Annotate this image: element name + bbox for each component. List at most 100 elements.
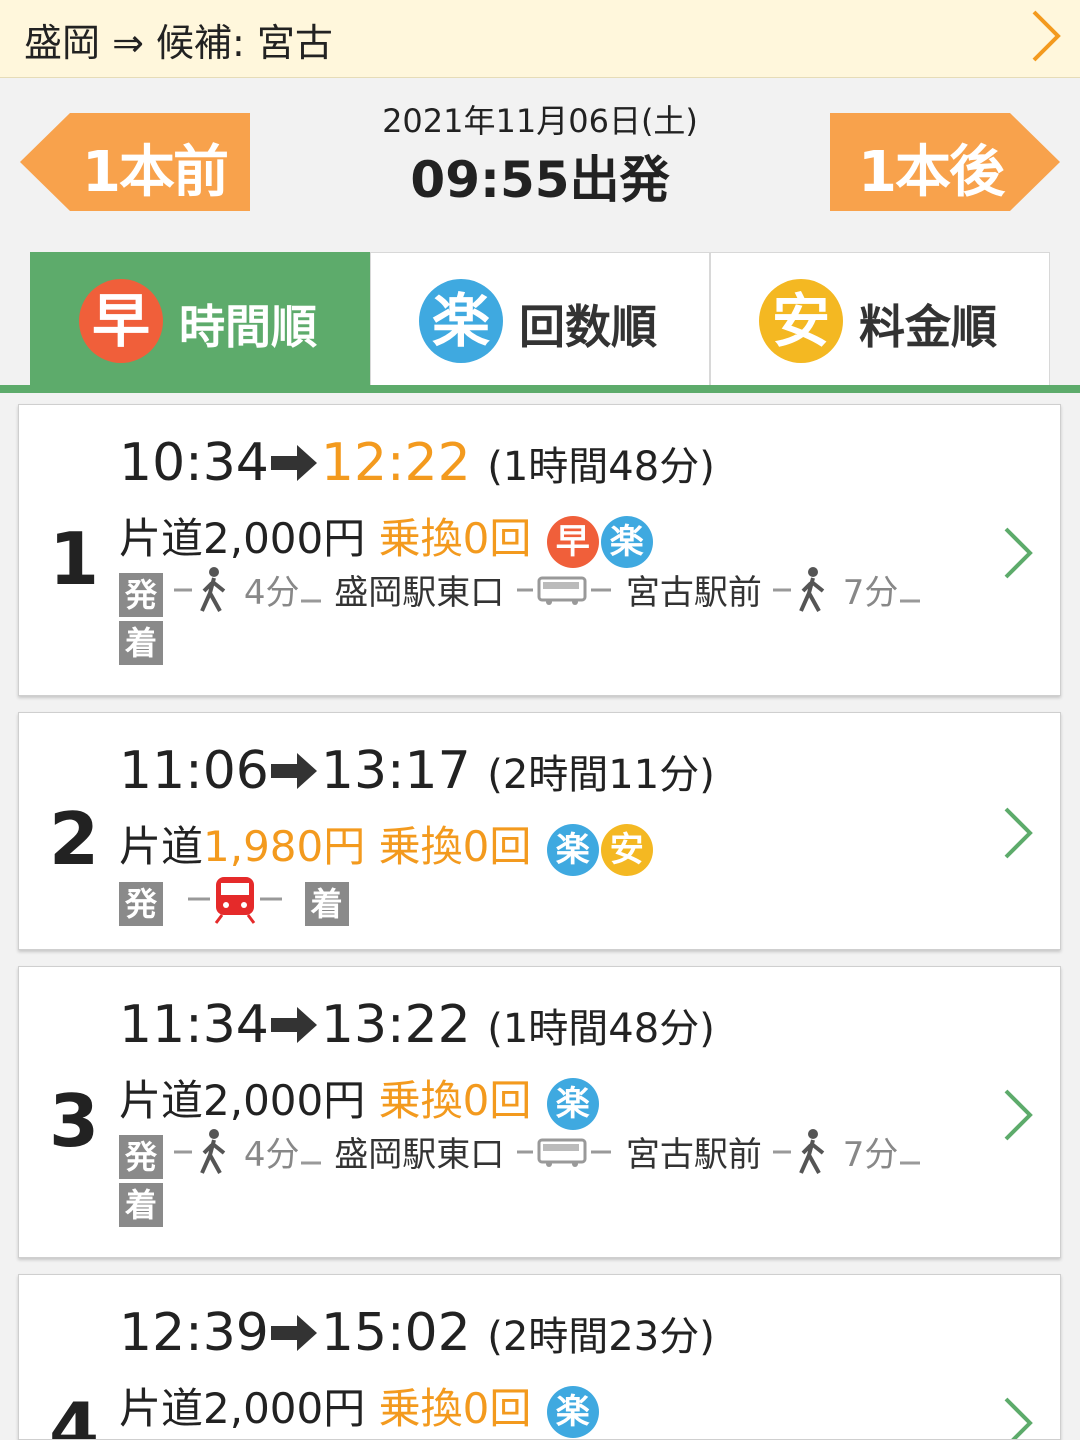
departure-time: 11:34	[119, 995, 269, 1055]
transfer-count: 乗換0回	[378, 514, 532, 563]
result-card-1[interactable]: 1 10:34 12:22 (1時間48分) 片道2,000円 乗換0回 早楽 発…	[18, 404, 1061, 696]
tab-sort-time[interactable]: 早 時間順	[30, 252, 370, 386]
stop-name: 盛岡駅東口	[334, 573, 505, 613]
arrive-row: 着	[119, 621, 163, 665]
dash	[299, 1137, 323, 1177]
transfer-count: 乗換0回	[378, 1076, 532, 1125]
arrival-time: 13:22	[320, 995, 471, 1055]
stop-name: 宮古駅前	[625, 1135, 762, 1175]
haya-badge-icon: 早	[546, 515, 599, 568]
walk-time: 4分	[243, 573, 300, 613]
result-card-2[interactable]: 2 11:06 13:17 (2時間11分) 片道1,980円 乗換0回 楽安 発…	[18, 712, 1061, 950]
raku-badge-icon: 楽	[546, 823, 599, 876]
fare-prefix: 片道	[119, 822, 204, 871]
arrow-right-icon	[270, 998, 319, 1058]
walk-icon	[173, 1127, 244, 1186]
departure-time: 10:34	[119, 433, 269, 493]
fare-prefix: 片道	[119, 1384, 204, 1433]
arrival-time: 12:22	[320, 433, 471, 493]
bus-icon	[515, 570, 615, 619]
route-line: 発 着	[119, 873, 349, 934]
tab-sort-transfers[interactable]: 楽 回数順	[370, 252, 710, 386]
duration: (2時間23分)	[487, 1314, 715, 1360]
route-title: 盛岡 ⇒ 候補: 宮古	[24, 21, 333, 65]
yasu-badge-icon: 安	[600, 823, 653, 876]
result-number: 2	[49, 797, 100, 881]
yasu-badge-icon: 安	[759, 279, 843, 363]
dash	[898, 1137, 922, 1177]
result-card-4[interactable]: 4 12:39 15:02 (2時間23分) 片道2,000円 乗換0回 楽	[18, 1274, 1061, 1440]
transfer-count: 乗換0回	[378, 822, 532, 871]
chevron-right-icon[interactable]	[1000, 805, 1034, 865]
next-departure-button[interactable]: 1本後	[830, 113, 1060, 211]
departure-time: 12:39	[119, 1303, 269, 1363]
arrive-marker: 着	[119, 1183, 163, 1227]
raku-badge-icon: 楽	[419, 279, 503, 363]
result-times: 11:06 13:17 (2時間11分)	[119, 741, 715, 804]
result-fare: 片道2,000円 乗換0回 楽	[119, 1375, 599, 1438]
fare-amount: 2,000円	[203, 514, 366, 563]
arrow-right-icon	[270, 1306, 319, 1366]
arrow-right-icon	[270, 744, 319, 804]
walk-time: 7分	[842, 1135, 899, 1175]
route-header[interactable]: 盛岡 ⇒ 候補: 宮古	[0, 0, 1080, 78]
raku-badge-icon: 楽	[600, 515, 653, 568]
chevron-right-icon[interactable]	[1000, 1087, 1034, 1147]
result-number: 4	[49, 1387, 100, 1440]
duration: (1時間48分)	[487, 1006, 715, 1052]
route-line: 発 4分 盛岡駅東口 宮古駅前 7分	[119, 565, 922, 624]
result-fare: 片道2,000円 乗換0回 楽	[119, 1067, 599, 1130]
arrive-marker: 着	[119, 621, 163, 665]
result-times: 12:39 15:02 (2時間23分)	[119, 1303, 715, 1366]
depart-marker: 発	[119, 881, 163, 926]
raku-badge-icon: 楽	[546, 1077, 599, 1130]
result-number: 3	[49, 1079, 100, 1163]
haya-badge-icon: 早	[79, 279, 163, 363]
chevron-right-icon[interactable]	[1000, 525, 1034, 585]
tab-underline	[0, 385, 1080, 393]
walk-time: 7分	[842, 573, 899, 613]
tab-label: 回数順	[519, 300, 657, 354]
sort-tabs: 早 時間順 楽 回数順 安 料金順	[30, 252, 1050, 386]
raku-badge-icon: 楽	[546, 1385, 599, 1438]
fare-prefix: 片道	[119, 514, 204, 563]
dash	[898, 575, 922, 615]
arrive-row: 着	[119, 1183, 163, 1227]
arrival-time: 13:17	[320, 741, 471, 801]
fare-prefix: 片道	[119, 1076, 204, 1125]
date-bar: 1本前 2021年11月06日(土) 09:55出発 1本後	[0, 78, 1080, 248]
fare-amount: 1,980円	[203, 822, 366, 871]
departure-time: 11:06	[119, 741, 269, 801]
arrow-right-icon	[270, 436, 319, 496]
result-fare: 片道2,000円 乗換0回 早楽	[119, 505, 653, 568]
fare-amount: 2,000円	[203, 1384, 366, 1433]
tab-label: 時間順	[179, 300, 317, 354]
walk-icon	[173, 565, 244, 624]
transfer-count: 乗換0回	[378, 1384, 532, 1433]
arrive-marker: 着	[304, 881, 349, 926]
duration: (1時間48分)	[487, 444, 715, 490]
duration: (2時間11分)	[487, 752, 715, 798]
result-number: 1	[49, 517, 100, 601]
chevron-right-icon[interactable]	[1000, 1395, 1034, 1439]
depart-marker: 発	[119, 1134, 163, 1179]
stop-name: 宮古駅前	[625, 573, 762, 613]
result-times: 10:34 12:22 (1時間48分)	[119, 433, 715, 496]
result-card-3[interactable]: 3 11:34 13:22 (1時間48分) 片道2,000円 乗換0回 楽 発 …	[18, 966, 1061, 1258]
next-departure-label: 1本後	[858, 140, 1005, 205]
tab-label: 料金順	[859, 300, 997, 354]
chevron-right-icon[interactable]	[1026, 6, 1066, 70]
result-times: 11:34 13:22 (1時間48分)	[119, 995, 715, 1058]
result-fare: 片道1,980円 乗換0回 楽安	[119, 813, 653, 876]
depart-marker: 発	[119, 572, 163, 617]
dash	[299, 575, 323, 615]
arrival-time: 15:02	[320, 1303, 471, 1363]
bus-icon	[515, 1132, 615, 1181]
fare-amount: 2,000円	[203, 1076, 366, 1125]
train-icon	[174, 873, 294, 934]
walk-icon	[772, 565, 843, 624]
tab-sort-fare[interactable]: 安 料金順	[710, 252, 1050, 386]
walk-time: 4分	[243, 1135, 300, 1175]
route-line: 発 4分 盛岡駅東口 宮古駅前 7分	[119, 1127, 922, 1186]
walk-icon	[772, 1127, 843, 1186]
